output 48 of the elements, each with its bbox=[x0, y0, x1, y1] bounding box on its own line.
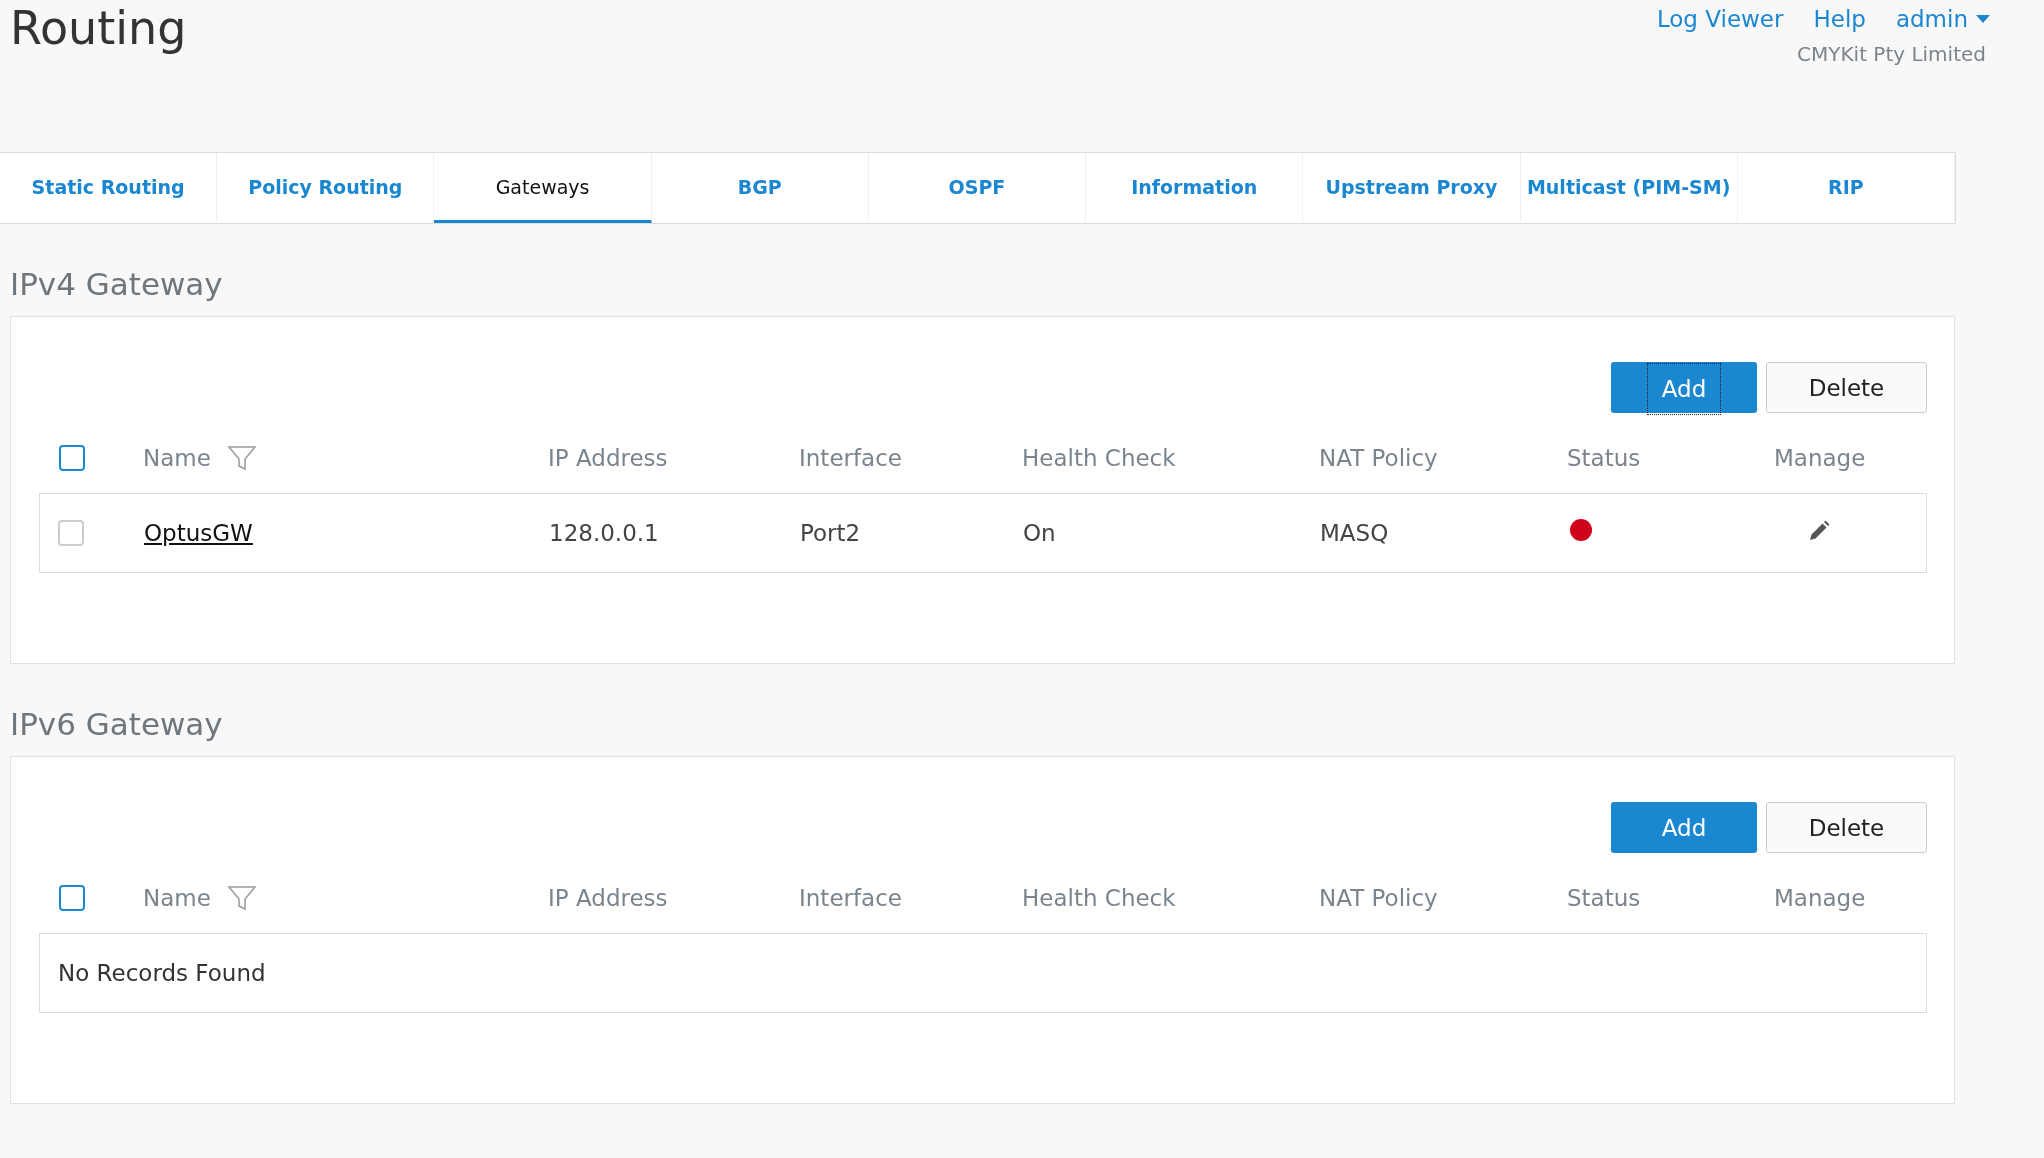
table-cell-text: On bbox=[1023, 520, 1057, 546]
section-title: IPv6 Gateway bbox=[9, 705, 224, 744]
column-header: IP Address bbox=[548, 885, 669, 911]
column-header: Interface bbox=[799, 885, 903, 911]
column-header: Status bbox=[1567, 885, 1642, 911]
column-header: Manage bbox=[1774, 445, 1867, 471]
column-header: Name bbox=[143, 885, 211, 911]
column-header: Status bbox=[1567, 445, 1642, 471]
table-row[interactable]: OptusGW 128.0.0.1 Port2 On MASQ bbox=[39, 493, 1927, 573]
tab[interactable]: Static Routing bbox=[0, 153, 218, 223]
tab[interactable]: Gateways bbox=[434, 153, 652, 223]
tab[interactable]: RIP bbox=[1737, 153, 1955, 223]
tab[interactable]: BGP bbox=[651, 153, 869, 223]
column-header: Name bbox=[143, 445, 211, 471]
add-button[interactable]: Add bbox=[1611, 362, 1757, 413]
header-link[interactable]: Log Viewer bbox=[1656, 6, 1784, 32]
table-cell-text: MASQ bbox=[1320, 520, 1390, 546]
delete-button[interactable]: Delete bbox=[1766, 802, 1927, 853]
empty-message: No Records Found bbox=[39, 933, 1927, 1013]
select-all-checkbox[interactable] bbox=[59, 445, 85, 471]
header-link[interactable]: Help bbox=[1813, 6, 1866, 32]
user-menu[interactable]: admin bbox=[1895, 6, 1990, 32]
filter-icon[interactable] bbox=[226, 884, 257, 912]
organization-name: CMYKit Pty Limited bbox=[1797, 42, 1986, 66]
column-header: Health Check bbox=[1022, 885, 1177, 911]
column-header: Manage bbox=[1774, 885, 1867, 911]
column-header: NAT Policy bbox=[1319, 885, 1439, 911]
tab[interactable]: Multicast (PIM-SM) bbox=[1520, 153, 1738, 223]
row-checkbox[interactable] bbox=[58, 520, 84, 546]
select-all-checkbox[interactable] bbox=[59, 885, 85, 911]
add-button[interactable]: Add bbox=[1611, 802, 1757, 853]
tab[interactable]: OSPF bbox=[868, 153, 1087, 223]
caret-icon bbox=[1976, 15, 1990, 23]
column-header: Health Check bbox=[1022, 445, 1177, 471]
table-cell-text: 128.0.0.1 bbox=[549, 520, 660, 546]
column-header: IP Address bbox=[548, 445, 669, 471]
gateway-name-link[interactable]: OptusGW bbox=[144, 520, 253, 546]
section-title: IPv4 Gateway bbox=[9, 265, 224, 304]
filter-icon[interactable] bbox=[226, 444, 257, 472]
table-cell-text: Port2 bbox=[800, 520, 862, 546]
page-title: Routing bbox=[10, 0, 187, 57]
column-header: NAT Policy bbox=[1319, 445, 1439, 471]
tab[interactable]: Policy Routing bbox=[217, 153, 435, 223]
tab[interactable]: Information bbox=[1086, 153, 1304, 223]
column-header: Interface bbox=[799, 445, 903, 471]
edit-icon[interactable] bbox=[1807, 518, 1831, 543]
tab[interactable]: Upstream Proxy bbox=[1303, 153, 1521, 223]
delete-button[interactable]: Delete bbox=[1766, 362, 1927, 413]
